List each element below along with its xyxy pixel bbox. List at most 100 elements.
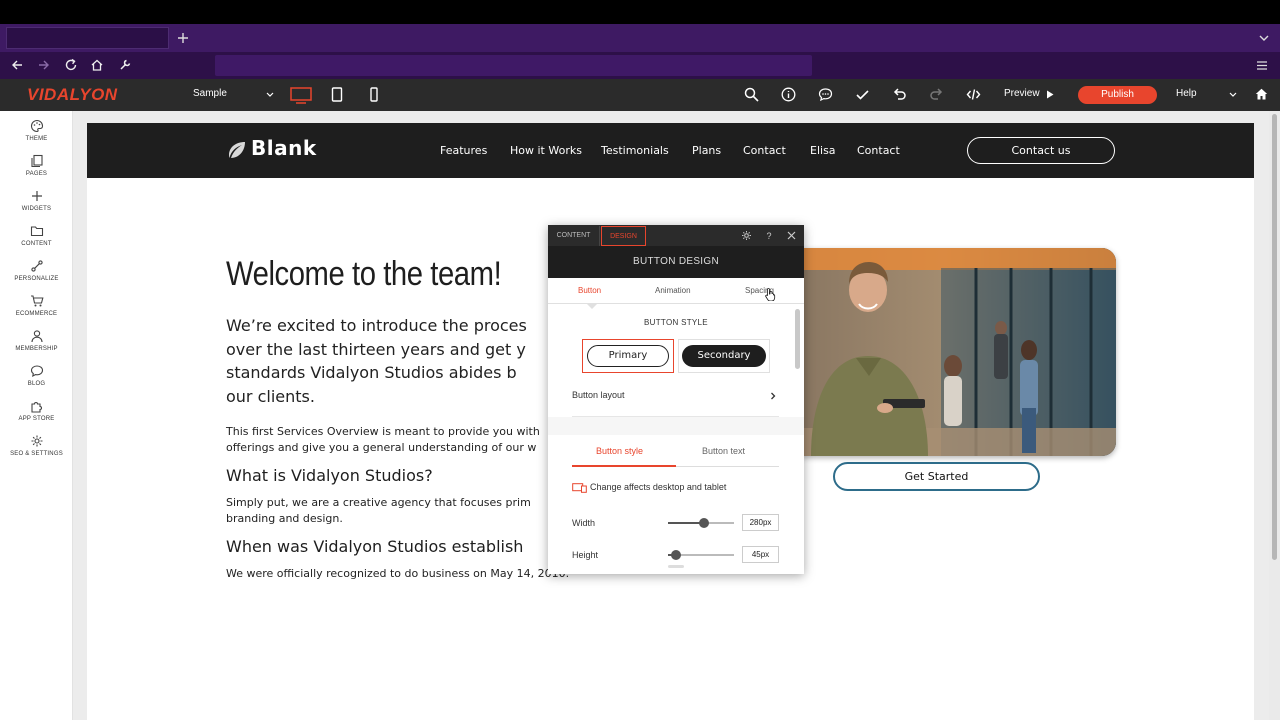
nav-link-features[interactable]: Features <box>440 144 487 157</box>
play-icon[interactable] <box>1046 90 1054 99</box>
style-option-secondary[interactable]: Secondary <box>678 339 770 373</box>
hand-cursor-icon <box>765 288 776 301</box>
primary-preview-button[interactable]: Primary <box>587 345 669 367</box>
user-icon <box>30 330 43 343</box>
subtab-button[interactable]: Button <box>578 286 601 295</box>
lead-paragraph-line[interactable]: standards Vidalyon Studios abides b <box>226 363 517 382</box>
sidebar-item-pages[interactable]: PAGES <box>0 154 73 177</box>
contact-us-button[interactable]: Contact us <box>967 137 1115 164</box>
lead-paragraph-line[interactable]: our clients. <box>226 387 315 406</box>
forward-icon[interactable] <box>37 58 51 72</box>
secondary-preview-button[interactable]: Secondary <box>682 345 766 367</box>
when-paragraph[interactable]: We were officially recognized to do busi… <box>226 567 569 580</box>
info-icon[interactable] <box>781 87 796 102</box>
tab-button-style[interactable]: Button style <box>596 446 643 456</box>
height-slider-handle[interactable] <box>670 550 681 560</box>
chevron-right-icon[interactable] <box>770 392 776 400</box>
cart-icon <box>30 295 44 307</box>
check-icon[interactable] <box>855 87 870 102</box>
sidebar-item-label: MEMBERSHIP <box>15 346 58 352</box>
code-icon[interactable] <box>966 87 981 102</box>
screen-top-bar <box>0 0 1280 24</box>
page-headline[interactable]: Welcome to the team! <box>226 255 502 294</box>
nav-link-testimonials[interactable]: Testimonials <box>601 144 669 157</box>
tab-button-text[interactable]: Button text <box>702 446 745 456</box>
sidebar-item-blog[interactable]: BLOG <box>0 364 73 387</box>
chevron-down-icon[interactable] <box>1229 92 1237 98</box>
redo-icon[interactable] <box>929 87 944 102</box>
width-value-input[interactable]: 280px <box>742 514 779 531</box>
sidebar-item-label: CONTENT <box>21 241 52 247</box>
section-gap <box>548 417 804 435</box>
tab-content[interactable]: CONTENT <box>548 226 600 246</box>
home-browser-icon[interactable] <box>90 58 104 72</box>
chevron-down-icon[interactable] <box>266 92 274 98</box>
preview-button[interactable]: Preview <box>1004 88 1040 99</box>
sidebar-item-theme[interactable]: THEME <box>0 119 73 142</box>
what-paragraph-line[interactable]: branding and design. <box>226 512 343 525</box>
nav-link-how-it-works[interactable]: How it Works <box>510 144 582 157</box>
nav-link-contact-2[interactable]: Contact <box>857 144 900 157</box>
intro-paragraph-line[interactable]: This first Services Overview is meant to… <box>226 425 540 438</box>
mobile-view-icon[interactable] <box>369 85 379 105</box>
gear-icon[interactable] <box>741 230 752 241</box>
sidebar-item-ecommerce[interactable]: ECOMMERCE <box>0 294 73 317</box>
nav-link-plans[interactable]: Plans <box>692 144 721 157</box>
sidebar-item-membership[interactable]: MEMBERSHIP <box>0 329 73 352</box>
sidebar-item-personalize[interactable]: PERSONALIZE <box>0 259 73 282</box>
width-slider-handle[interactable] <box>699 518 710 528</box>
tab-list-chevron-icon[interactable] <box>1258 33 1270 43</box>
sidebar-item-label: BLOG <box>27 381 46 387</box>
lead-paragraph-line[interactable]: We’re excited to introduce the proces <box>226 316 527 335</box>
sidebar-item-app-store[interactable]: APP STORE <box>0 399 73 422</box>
page-selector[interactable]: Sample <box>193 88 227 99</box>
plus-icon <box>31 191 42 201</box>
sidebar-item-content[interactable]: CONTENT <box>0 224 73 247</box>
panel-resize-grip[interactable] <box>668 565 684 568</box>
sidebar-item-label: ECOMMERCE <box>15 311 58 317</box>
search-icon[interactable] <box>744 87 759 102</box>
site-brand[interactable]: Blank <box>251 136 317 160</box>
lead-paragraph-line[interactable]: over the last thirteen years and get y <box>226 340 526 359</box>
canvas-scrollbar-thumb[interactable] <box>1272 114 1277 560</box>
change-affects-note: Change affects desktop and tablet <box>590 482 727 492</box>
tablet-view-icon[interactable] <box>331 85 343 105</box>
comment-icon[interactable] <box>818 87 833 102</box>
sidebar-item-seo-settings[interactable]: SEO & SETTINGS <box>0 434 73 457</box>
nav-link-contact[interactable]: Contact <box>743 144 786 157</box>
address-bar[interactable] <box>215 55 812 76</box>
subtab-animation[interactable]: Animation <box>655 286 691 295</box>
folder-icon <box>30 226 43 237</box>
height-value-input[interactable]: 45px <box>742 546 779 563</box>
desktop-view-icon[interactable] <box>290 85 312 105</box>
help-icon[interactable]: ? <box>760 226 778 246</box>
publish-button[interactable]: Publish <box>1078 86 1157 104</box>
help-menu[interactable]: Help <box>1176 88 1197 99</box>
gear-icon <box>31 435 42 447</box>
browser-tab-bar <box>0 24 1280 52</box>
what-paragraph-line[interactable]: Simply put, we are a creative agency tha… <box>226 496 531 509</box>
sidebar-item-label: PAGES <box>25 171 48 177</box>
browser-tab[interactable] <box>6 27 169 49</box>
hero-image[interactable] <box>801 248 1116 456</box>
height-slider[interactable] <box>668 550 734 560</box>
tab-active-indicator <box>572 465 676 467</box>
width-slider[interactable] <box>668 518 734 528</box>
style-option-primary[interactable]: Primary <box>582 339 674 373</box>
back-icon[interactable] <box>10 58 24 72</box>
sidebar-item-widgets[interactable]: WIDGETS <box>0 189 73 212</box>
wrench-icon[interactable] <box>118 58 132 72</box>
nav-link-elisa[interactable]: Elisa <box>810 144 836 157</box>
undo-icon[interactable] <box>892 87 907 102</box>
reload-icon[interactable] <box>64 58 78 72</box>
intro-paragraph-line[interactable]: offerings and give you a general underst… <box>226 441 536 454</box>
close-icon[interactable] <box>786 230 797 241</box>
button-layout-row[interactable]: Button layout <box>572 390 625 400</box>
tab-design[interactable]: DESIGN <box>601 226 646 246</box>
new-tab-icon[interactable] <box>176 31 190 45</box>
browser-menu-icon[interactable] <box>1256 60 1268 71</box>
get-started-button[interactable]: Get Started <box>833 462 1040 491</box>
heading-when-established[interactable]: When was Vidalyon Studios establish <box>226 537 523 556</box>
home-icon[interactable] <box>1255 88 1268 100</box>
heading-what-is[interactable]: What is Vidalyon Studios? <box>226 466 433 485</box>
